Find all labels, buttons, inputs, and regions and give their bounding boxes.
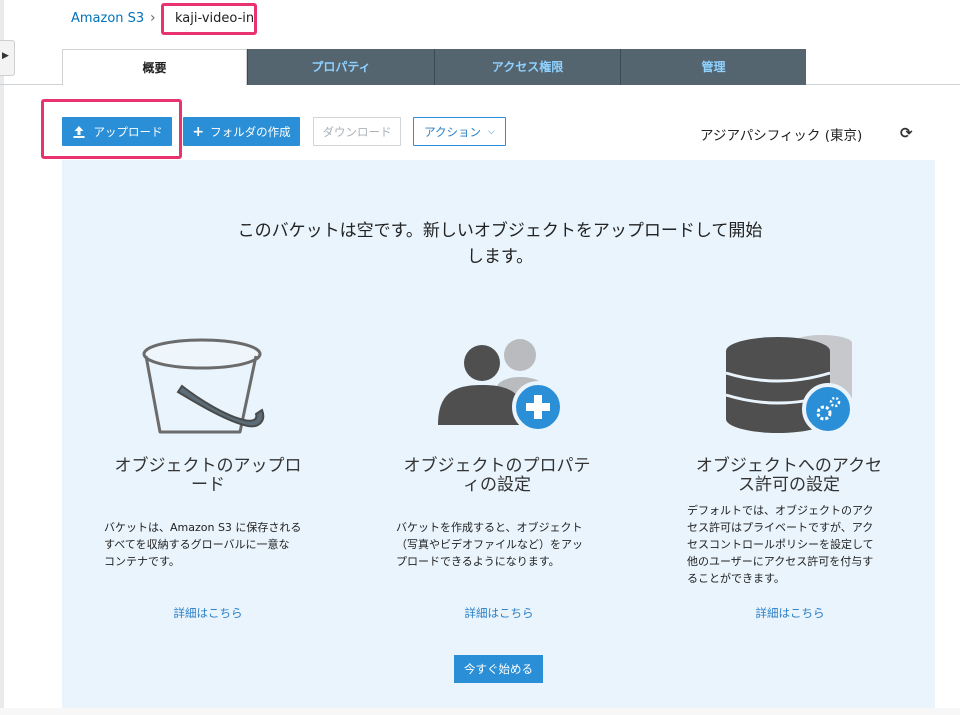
actions-label: アクション <box>424 124 482 139</box>
empty-headline: このバケットは空です。新しいオブジェクトをアップロードして開始 します。 <box>237 221 763 267</box>
actions-dropdown[interactable]: アクション ⌵ <box>413 117 506 146</box>
refresh-icon[interactable]: ⟳ <box>900 124 913 142</box>
download-button[interactable]: ダウンロード <box>313 117 401 146</box>
users-add-icon <box>438 339 564 433</box>
create-folder-label: フォルダの作成 <box>210 124 291 139</box>
region-label: アジアパシフィック (東京) <box>700 128 863 144</box>
chevron-down-icon: ⌵ <box>488 126 495 137</box>
create-folder-button[interactable]: + フォルダの作成 <box>183 117 300 146</box>
breadcrumb-separator: › <box>150 10 156 26</box>
tab-permissions[interactable]: アクセス権限 <box>434 49 620 85</box>
learn-more-link-properties[interactable]: 詳細はこちら <box>449 605 549 621</box>
get-started-button[interactable]: 今すぐ始める <box>454 655 543 683</box>
page-bottom <box>0 708 960 715</box>
breadcrumb-current: kaji-video-in <box>175 11 255 26</box>
learn-more-link-upload[interactable]: 詳細はこちら <box>158 605 258 621</box>
access-permissions-description: デフォルトでは、オブジェクトのアク セス許可はプライベートですが、アク セスコントロ… <box>687 504 874 585</box>
tab-properties[interactable]: プロパティ <box>247 49 434 85</box>
upload-icon <box>72 125 86 139</box>
plus-icon: + <box>192 123 205 140</box>
database-gear-icon <box>725 335 854 433</box>
chevron-right-icon: ▶ <box>2 51 9 61</box>
side-panel-edge <box>0 0 4 715</box>
side-panel-toggle[interactable]: ▶ <box>0 40 15 76</box>
bucket-icon <box>142 338 265 434</box>
upload-objects-description: バケットは、Amazon S3 に保存される すべてを収納するグローバルに一意なコ… <box>104 521 302 568</box>
learn-more-link-permissions[interactable]: 詳細はこちら <box>740 605 840 621</box>
access-permissions-title: オブジェクトへのアクセ ス許可の設定 <box>695 456 883 495</box>
upload-button[interactable]: アップロード <box>62 117 172 146</box>
upload-objects-title: オブジェクトのアップロ ード <box>114 456 302 495</box>
object-properties-description: バケットを作成すると、オブジェクト （写真やビデオファイルなど）をアッ プロードでき… <box>396 521 583 568</box>
tab-overview[interactable]: 概要 <box>62 49 247 86</box>
upload-button-label: アップロード <box>93 124 163 139</box>
tab-management[interactable]: 管理 <box>620 49 806 85</box>
breadcrumb-root-link[interactable]: Amazon S3 <box>71 11 144 26</box>
object-properties-title: オブジェクトのプロパテ ィの設定 <box>403 456 591 495</box>
